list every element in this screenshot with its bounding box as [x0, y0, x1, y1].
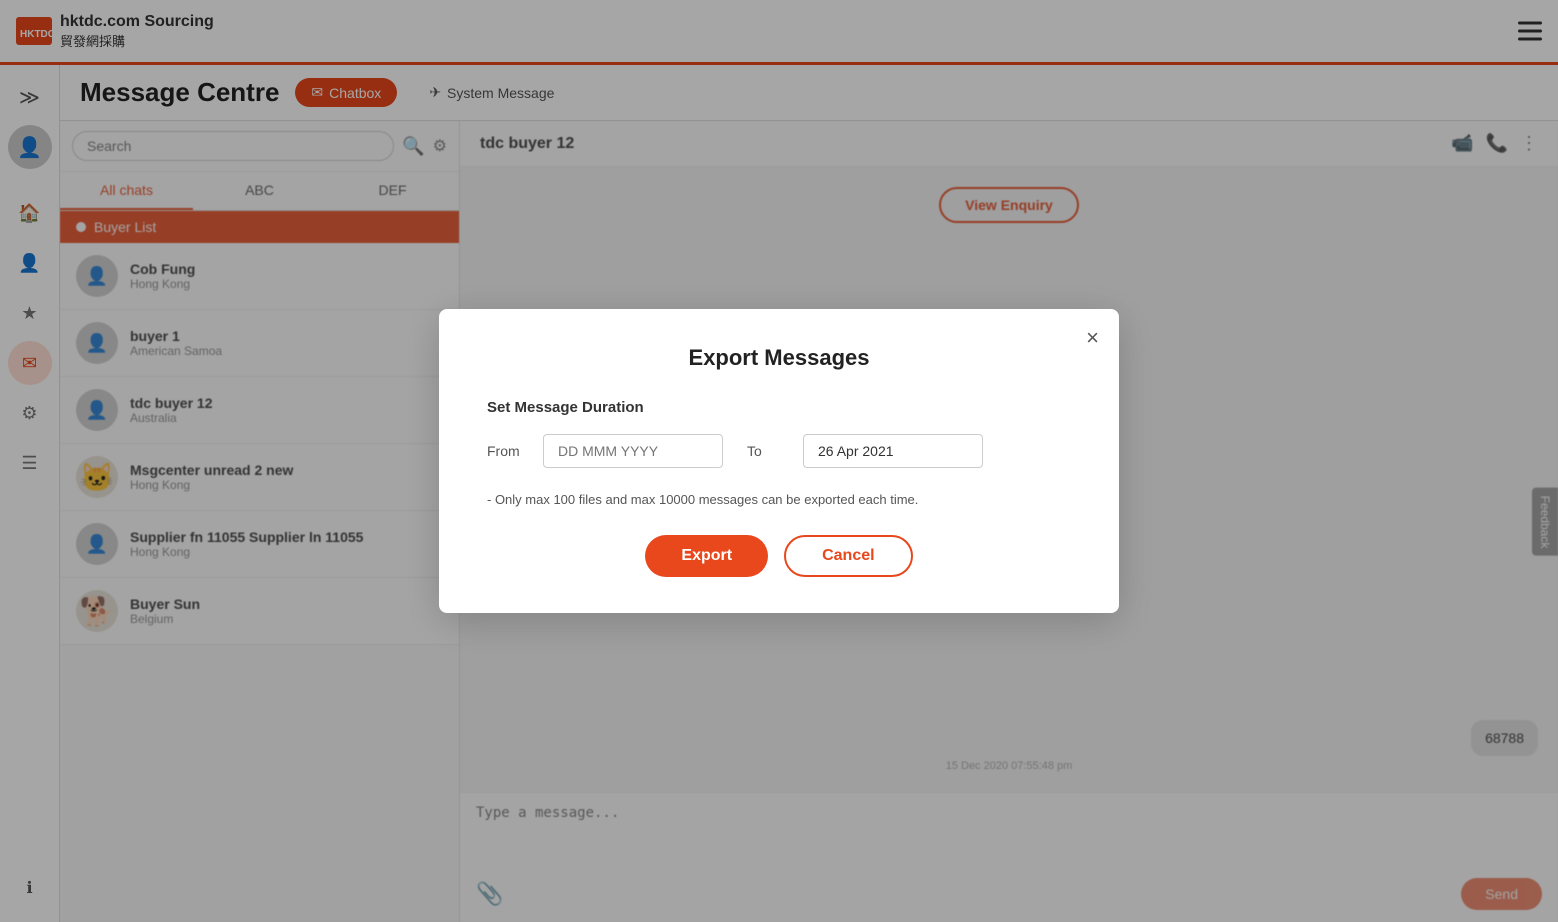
to-date-input[interactable] [803, 434, 983, 468]
cancel-button[interactable]: Cancel [784, 535, 912, 577]
export-button[interactable]: Export [645, 535, 768, 577]
to-label: To [747, 443, 787, 459]
modal-actions: Export Cancel [487, 535, 1071, 577]
from-date-input[interactable] [543, 434, 723, 468]
modal-note: - Only max 100 files and max 10000 messa… [487, 492, 1071, 507]
modal-title: Export Messages [487, 345, 1071, 371]
modal-close-button[interactable]: × [1086, 325, 1099, 351]
modal-overlay: × Export Messages Set Message Duration F… [0, 0, 1558, 922]
date-range-row: From To [487, 434, 1071, 468]
export-messages-modal: × Export Messages Set Message Duration F… [439, 309, 1119, 613]
from-label: From [487, 443, 527, 459]
modal-section-label: Set Message Duration [487, 399, 1071, 416]
